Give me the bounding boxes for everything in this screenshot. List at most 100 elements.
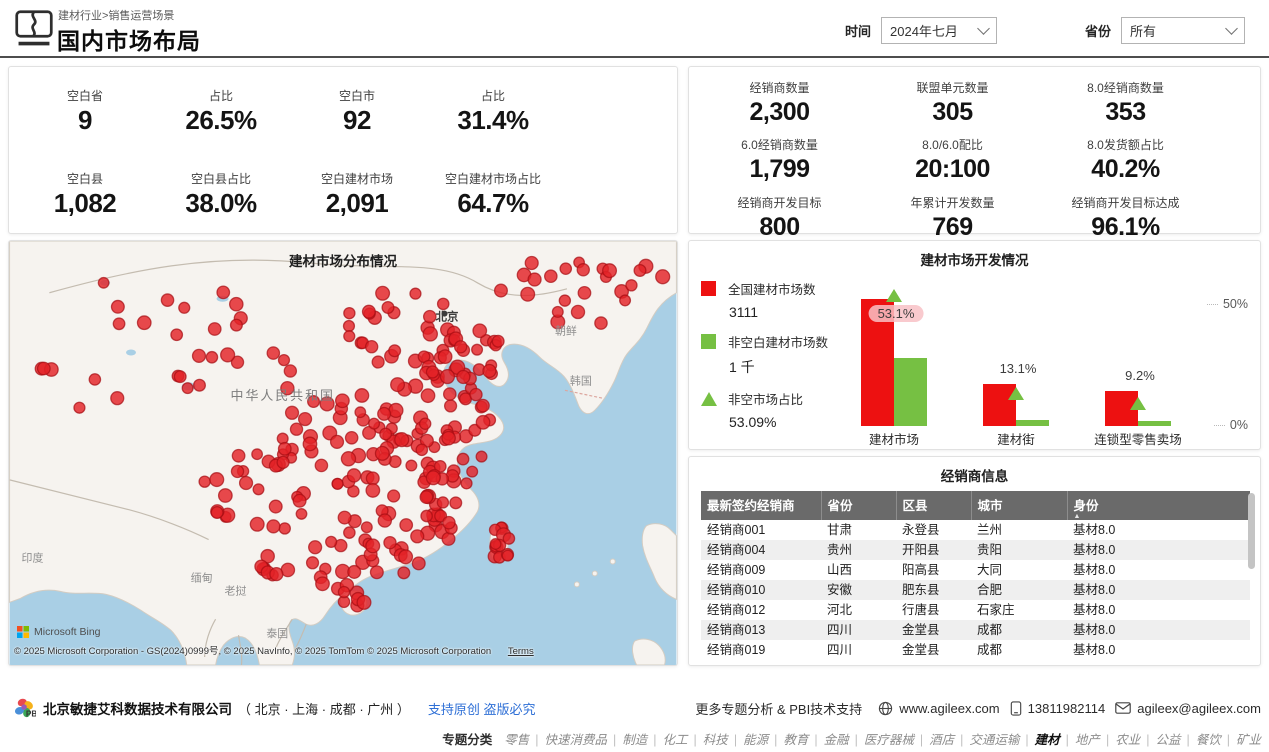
market-dot [253, 484, 264, 495]
time-dropdown-value: 2024年七月 [890, 21, 958, 40]
kpi-label: 空白建材市场占比 [425, 170, 561, 187]
copyright-links[interactable]: 支持原创 盗版必究 [428, 699, 536, 718]
nav-item-9[interactable]: 酒店 [929, 733, 954, 747]
market-dot [316, 577, 330, 591]
kpi-value: 353 [1039, 99, 1212, 125]
legend-value: 53.09% [729, 414, 843, 430]
time-dropdown[interactable]: 2024年七月 [881, 17, 997, 44]
nav-item-5[interactable]: 能源 [743, 733, 768, 747]
map-label-thailand: 泰国 [266, 626, 288, 640]
market-dot [357, 596, 371, 610]
chevron-down-icon [977, 22, 990, 35]
footer-contacts: 更多专题分析 & PBI技术支持 www.agileex.com 1381198… [695, 699, 1261, 718]
table-row[interactable]: 经销商010安徽肥东县合肥基材8.0 [701, 580, 1250, 600]
nav-separator: | [814, 733, 817, 747]
nav-item-6[interactable]: 教育 [783, 733, 808, 747]
blank-market-kpi-card: 空白省9占比26.5%空白市92占比31.4%空白县1,082空白县占比38.0… [8, 66, 678, 234]
nav-item-16[interactable]: 矿业 [1236, 733, 1261, 747]
column-header-4[interactable]: 身份▲ [1067, 491, 1250, 520]
chart-plot-area: 53.1%建材市场13.1%建材街9.2%连锁型零售卖场 [839, 296, 1209, 426]
email-contact[interactable]: agileex@agileex.com [1115, 701, 1261, 716]
nav-item-1[interactable]: 快速消费品 [545, 733, 608, 747]
market-dot [267, 520, 280, 533]
phone-text: 13811982114 [1028, 701, 1106, 716]
kpi-label: 年累计开发数量 [866, 194, 1039, 211]
table-row[interactable]: 经销商001甘肃永登县兰州基材8.0 [701, 520, 1250, 540]
nav-item-11[interactable]: 建材 [1035, 733, 1060, 747]
nav-item-0[interactable]: 零售 [504, 733, 529, 747]
market-dot [293, 494, 306, 507]
market-dot [199, 476, 210, 487]
province-dropdown[interactable]: 所有 [1121, 17, 1245, 44]
website-link[interactable]: www.agileex.com [878, 701, 999, 716]
market-dot [490, 539, 501, 550]
table-cell: 成都 [971, 620, 1067, 640]
map-terms-link[interactable]: Terms [508, 646, 534, 657]
kpi-value: 1,082 [17, 190, 153, 217]
legend-label: 非空白建材市场数 [728, 332, 828, 351]
market-dot [363, 305, 376, 318]
phone-contact[interactable]: 13811982114 [1010, 701, 1106, 716]
market-dot [389, 403, 403, 417]
market-dot [240, 476, 253, 489]
china-map[interactable]: 中华人民共和国 北京 朝鲜 韩国 印度 缅甸 老挝 泰国 [9, 241, 677, 665]
nav-item-8[interactable]: 医疗器械 [864, 733, 914, 747]
nav-item-2[interactable]: 制造 [622, 733, 647, 747]
legend-value: 1 千 [729, 357, 843, 377]
table-row[interactable]: 经销商013四川金堂县成都基材8.0 [701, 620, 1250, 640]
legend-label: 非空市场占比 [728, 389, 803, 408]
market-dot [421, 510, 432, 521]
nav-item-7[interactable]: 金融 [824, 733, 849, 747]
table-cell: 阳高县 [896, 560, 971, 580]
province-slicer: 省份 所有 [1085, 17, 1245, 44]
table-row[interactable]: 经销商012河北行唐县石家庄基材8.0 [701, 600, 1250, 620]
blank-kpi-grid: 空白省9占比26.5%空白市92占比31.4%空白县1,082空白县占比38.0… [9, 67, 677, 218]
table-scrollbar-thumb[interactable] [1248, 493, 1255, 569]
green-square-icon [701, 334, 716, 349]
bar-nonblank-0[interactable] [894, 358, 927, 426]
market-dot [450, 497, 462, 509]
table-row[interactable]: 经销商009山西阳高县大同基材8.0 [701, 560, 1250, 580]
kpi-value: 64.7% [425, 190, 561, 217]
kpi-value: 2,091 [289, 190, 425, 217]
market-dot [391, 378, 405, 392]
table-cell: 肥东县 [896, 580, 971, 600]
table-cell: 经销商013 [701, 620, 821, 640]
column-header-0[interactable]: 最新签约经销商 [701, 491, 821, 520]
nav-item-12[interactable]: 地产 [1075, 733, 1100, 747]
nav-item-13[interactable]: 农业 [1115, 733, 1140, 747]
market-dot [161, 294, 173, 306]
market-dot [376, 286, 390, 300]
kpi-label: 空白市 [289, 87, 425, 104]
table-row[interactable]: 经销商019四川金堂县成都基材8.0 [701, 640, 1250, 660]
secondary-axis-min: 0% [1214, 418, 1248, 432]
market-dot [326, 536, 337, 547]
column-header-1[interactable]: 省份 [821, 491, 896, 520]
bar-nonblank-1[interactable] [1016, 420, 1049, 427]
bar-nonblank-2[interactable] [1138, 421, 1171, 426]
market-dot [370, 566, 383, 579]
market-dot [483, 365, 496, 378]
market-dot [416, 444, 427, 455]
breadcrumb: 建材行业>销售运营场景 [58, 7, 174, 23]
market-dot [578, 287, 591, 300]
secondary-axis-max: 50% [1207, 297, 1248, 311]
kpi-label: 8.0发货额占比 [1039, 136, 1212, 153]
nav-item-3[interactable]: 化工 [663, 733, 688, 747]
table-cell: 基材8.0 [1067, 640, 1250, 660]
column-header-2[interactable]: 区县 [896, 491, 971, 520]
column-header-3[interactable]: 城市 [971, 491, 1067, 520]
province-dropdown-value: 所有 [1130, 21, 1156, 40]
market-dot [410, 288, 421, 299]
footer: PBI工坊 北京敏捷艾科数据技术有限公司 （ 北京 · 上海 · 成都 · 广州… [14, 697, 1261, 719]
nav-item-14[interactable]: 公益 [1155, 733, 1180, 747]
market-dot [620, 295, 631, 306]
nav-item-4[interactable]: 科技 [703, 733, 728, 747]
nav-item-15[interactable]: 餐饮 [1196, 733, 1221, 747]
market-dot [338, 511, 351, 524]
market-dot [492, 335, 504, 347]
nav-item-10[interactable]: 交通运输 [969, 733, 1019, 747]
map-label-south-korea: 韩国 [570, 373, 592, 387]
market-dot [355, 389, 369, 403]
table-row[interactable]: 经销商004贵州开阳县贵阳基材8.0 [701, 540, 1250, 560]
